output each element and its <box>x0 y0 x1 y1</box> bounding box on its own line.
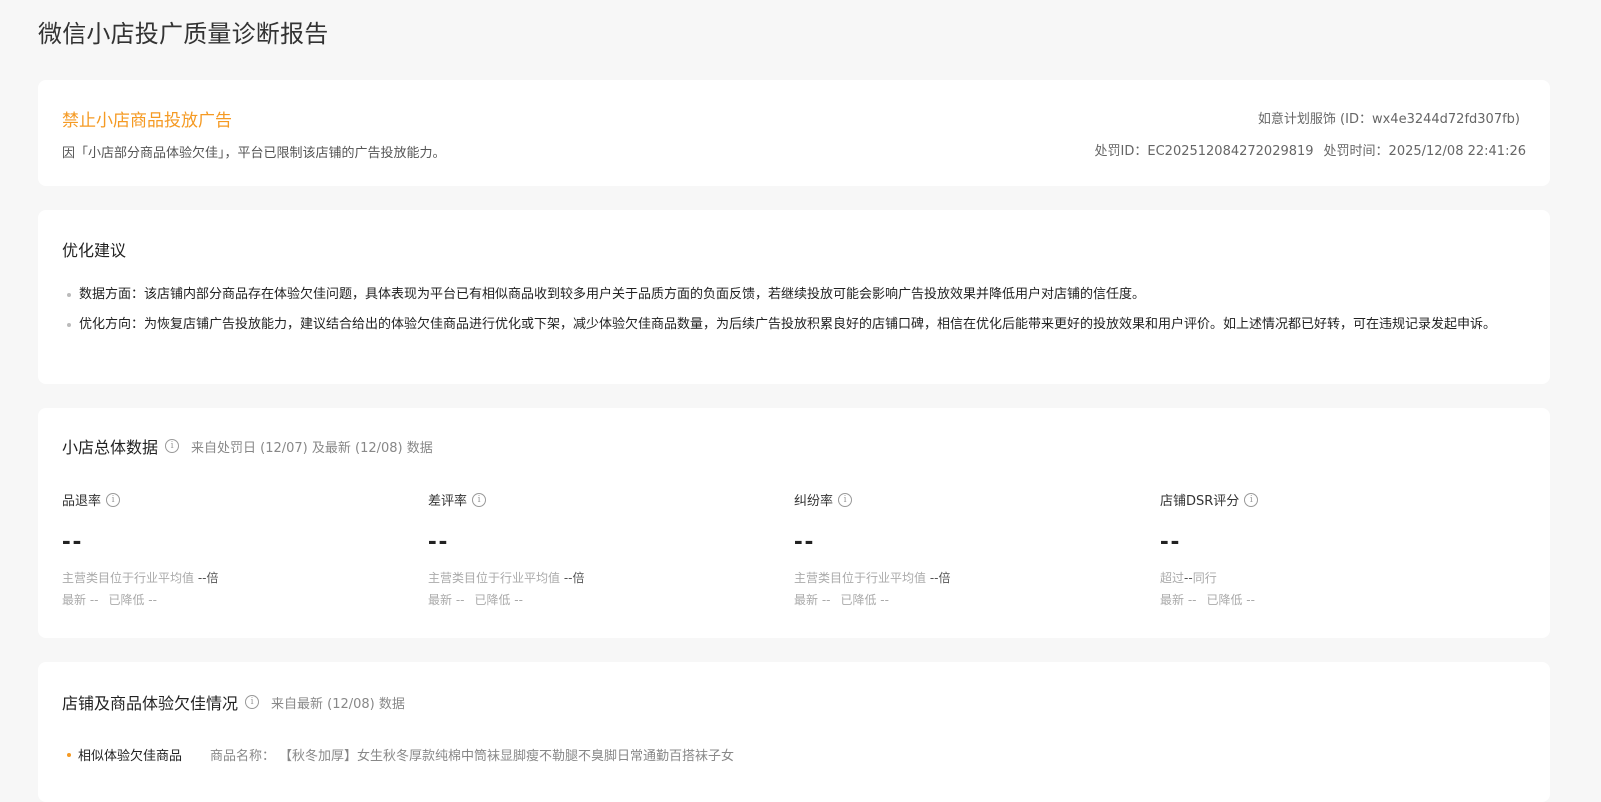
info-icon[interactable]: i <box>245 695 260 709</box>
info-icon[interactable]: i <box>106 492 121 507</box>
penalty-meta: 处罚ID：EC202512084272029819 处罚时间：2025/12/08… <box>1095 140 1526 159</box>
metric-label: 店铺DSR评分 i <box>1160 490 1526 509</box>
suggestion-item: 优化方向：为恢复店铺广告投放能力，建议结合给出的体验欠佳商品进行优化或下架，减少… <box>62 314 1526 336</box>
metric-latest: 最新 -- <box>794 593 831 607</box>
metric-sub: 主营类目位于行业平均值 --倍 最新 -- 已降低 -- <box>794 567 1160 611</box>
suggestion-text: 数据方面：该店铺内部分商品存在体验欠佳问题，具体表现为平台已有相似商品收到较多用… <box>79 287 1146 302</box>
metric-reduced: 已降低 -- <box>840 593 889 607</box>
metric-compare-value: -- <box>1184 571 1193 585</box>
metric-label-text: 差评率 <box>428 494 468 509</box>
metric-compare-value: --倍 <box>563 571 585 585</box>
experience-card: 店铺及商品体验欠佳情况 i 来自最新 (12/08) 数据 相似体验欠佳商品 商… <box>38 662 1550 802</box>
metric-negative-review-rate: 差评率 i -- 主营类目位于行业平均值 --倍 最新 -- 已降低 -- <box>428 490 794 611</box>
bullet-dot-icon <box>67 293 71 297</box>
metric-label: 差评率 i <box>428 490 794 509</box>
metric-compare-text: 主营类目位于行业平均值 <box>428 571 564 585</box>
metric-return-rate: 品退率 i -- 主营类目位于行业平均值 --倍 最新 -- 已降低 -- <box>62 490 428 611</box>
info-icon[interactable]: i <box>838 492 853 507</box>
metric-compare-value: --倍 <box>197 571 219 585</box>
metric-label: 品退率 i <box>62 490 428 509</box>
penalty-title: 禁止小店商品投放广告 <box>62 111 232 131</box>
metric-label-text: 纠纷率 <box>794 494 834 509</box>
info-icon[interactable]: i <box>165 439 180 453</box>
bullet-dot-icon <box>67 752 71 757</box>
penalty-time: 处罚时间：2025/12/08 22:41:26 <box>1323 144 1526 159</box>
metric-latest: 最新 -- <box>428 593 465 607</box>
metric-latest: 最新 -- <box>62 593 99 607</box>
metric-sub: 超过--同行 最新 -- 已降低 -- <box>1160 567 1526 611</box>
metric-compare-text: 主营类目位于行业平均值 <box>62 571 198 585</box>
suggestion-item: 数据方面：该店铺内部分商品存在体验欠佳问题，具体表现为平台已有相似商品收到较多用… <box>62 284 1526 306</box>
info-icon[interactable]: i <box>1244 492 1259 507</box>
metric-reduced: 已降低 -- <box>1206 593 1255 607</box>
metric-latest: 最新 -- <box>1160 593 1197 607</box>
metric-value: -- <box>62 525 84 555</box>
similar-product-row: 相似体验欠佳商品 商品名称： 【秋冬加厚】女生秋冬厚款纯棉中筒袜显脚瘦不勒腿不臭… <box>62 745 734 764</box>
penalty-card: 禁止小店商品投放广告 因「小店部分商品体验欠佳」，平台已限制该店铺的广告投放能力… <box>38 80 1550 186</box>
bullet-dot-icon <box>67 323 71 327</box>
suggestions-title: 优化建议 <box>62 241 127 260</box>
experience-title-row: 店铺及商品体验欠佳情况 i 来自最新 (12/08) 数据 <box>62 690 405 714</box>
metric-sub: 主营类目位于行业平均值 --倍 最新 -- 已降低 -- <box>62 567 428 611</box>
metric-dsr-score: 店铺DSR评分 i -- 超过--同行 最新 -- 已降低 -- <box>1160 490 1526 611</box>
experience-title: 店铺及商品体验欠佳情况 <box>62 694 239 713</box>
metric-compare-suffix: 同行 <box>1192 571 1217 585</box>
suggestions-card: 优化建议 数据方面：该店铺内部分商品存在体验欠佳问题，具体表现为平台已有相似商品… <box>38 210 1550 384</box>
suggestions-list: 数据方面：该店铺内部分商品存在体验欠佳问题，具体表现为平台已有相似商品收到较多用… <box>62 284 1526 344</box>
metric-reduced: 已降低 -- <box>108 593 157 607</box>
metric-dispute-rate: 纠纷率 i -- 主营类目位于行业平均值 --倍 最新 -- 已降低 -- <box>794 490 1160 611</box>
info-icon[interactable]: i <box>472 492 487 507</box>
product-name-label: 商品名称： <box>210 749 276 764</box>
metric-reduced: 已降低 -- <box>474 593 523 607</box>
similar-product-label: 相似体验欠佳商品 <box>78 749 183 764</box>
metric-sub: 主营类目位于行业平均值 --倍 最新 -- 已降低 -- <box>428 567 794 611</box>
metric-compare-text: 超过 <box>1160 571 1185 585</box>
metric-label-text: 店铺DSR评分 <box>1160 494 1240 509</box>
metrics-row: 品退率 i -- 主营类目位于行业平均值 --倍 最新 -- 已降低 -- 差评率… <box>62 490 1526 611</box>
metric-compare-value: --倍 <box>929 571 951 585</box>
metric-value: -- <box>794 525 816 555</box>
overall-title-row: 小店总体数据 i 来自处罚日 (12/07) 及最新 (12/08) 数据 <box>62 434 433 458</box>
page-title: 微信小店投广质量诊断报告 <box>38 20 329 48</box>
product-name: 【秋冬加厚】女生秋冬厚款纯棉中筒袜显脚瘦不勒腿不臭脚日常通勤百搭袜子女 <box>279 749 735 764</box>
metric-compare-text: 主营类目位于行业平均值 <box>794 571 930 585</box>
suggestion-text: 优化方向：为恢复店铺广告投放能力，建议结合给出的体验欠佳商品进行优化或下架，减少… <box>79 317 1497 332</box>
penalty-id: 处罚ID：EC202512084272029819 <box>1094 144 1314 159</box>
overall-note: 来自处罚日 (12/07) 及最新 (12/08) 数据 <box>191 440 433 456</box>
penalty-description: 因「小店部分商品体验欠佳」，平台已限制该店铺的广告投放能力。 <box>62 146 446 161</box>
metric-label: 纠纷率 i <box>794 490 1160 509</box>
experience-note: 来自最新 (12/08) 数据 <box>271 696 405 712</box>
metric-value: -- <box>428 525 450 555</box>
overall-title: 小店总体数据 <box>62 438 159 457</box>
metric-label-text: 品退率 <box>62 494 102 509</box>
overall-data-card: 小店总体数据 i 来自处罚日 (12/07) 及最新 (12/08) 数据 品退… <box>38 408 1550 638</box>
shop-info: 如意计划服饰 (ID：wx4e3244d72fd307fb) <box>1257 112 1520 127</box>
metric-value: -- <box>1160 525 1182 555</box>
